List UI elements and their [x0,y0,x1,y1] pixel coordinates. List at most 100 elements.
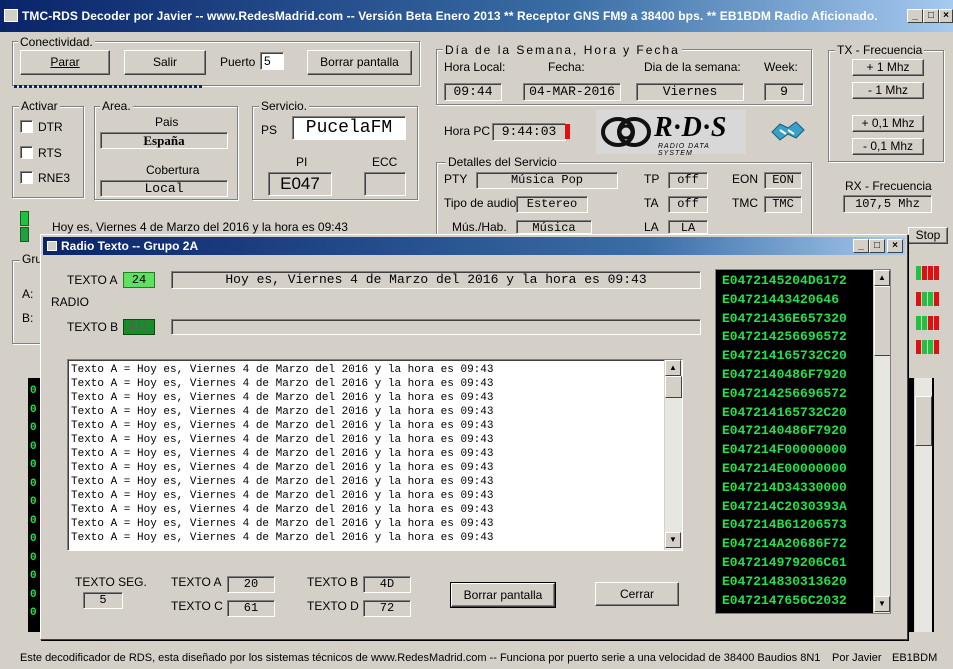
rds-swirl-icon [601,117,651,147]
window-title: TMC-RDS Decoder por Javier -- www.RedesM… [22,9,878,23]
texto-d-seg-field: 72 [363,600,411,617]
local-time-field: 09:44 [444,83,502,101]
dialog-close-btn[interactable]: Cerrar [595,582,679,606]
main-log-left-column: 0000000000000 [30,385,37,619]
hex-line: E047214979206C61 [722,554,847,570]
pc-time-indicator [565,124,570,139]
la-label: LA [644,220,659,234]
hex-line: E047214E00000000 [722,460,847,476]
log-line: Texto A = Hoy es, Viernes 4 de Marzo del… [71,434,494,446]
texto-a-field: Hoy es, Viernes 4 de Marzo del 2016 y la… [171,271,701,289]
tx-minus-1-button[interactable]: - 1 Mhz [852,82,924,99]
rts-label: RTS [38,146,62,160]
stop-button[interactable]: Parar [20,50,110,75]
date-label: Fecha: [548,60,585,74]
log-scroll-down-button[interactable]: ▼ [665,532,681,548]
tx-minus-01-button[interactable]: - 0,1 Mhz [852,138,924,155]
date-field: 04-MAR-2016 [523,83,621,101]
log-line: Texto A = Hoy es, Viernes 4 de Marzo del… [71,504,494,516]
log-scroll-thumb[interactable] [665,376,682,398]
main-log-scroll-thumb[interactable] [915,396,932,446]
background-a-label: A: [22,287,34,301]
progress-bar [14,85,202,88]
audio-label: Tipo de audio [444,196,517,210]
meter-1 [916,266,940,283]
hex-line: E047214256696572 [722,385,847,401]
ecc-label: ECC [372,155,398,169]
datetime-label: Día de la Semana, Hora y Fecha [443,43,682,57]
radio-text-log[interactable]: Texto A = Hoy es, Viernes 4 de Marzo del… [67,359,683,551]
hex-data-panel: E0472145204D6172 E04721443420646 E04721436… [715,269,891,614]
hex-line: E047214A20686F72 [722,536,847,552]
tmc-label: TMC [732,196,758,210]
activate-label: Activar [19,99,60,113]
weekday-label: Dia de la semana: [644,60,741,74]
tp-label: TP [644,172,660,186]
hex-line: E04721443420646 [722,291,840,307]
la-field: LA [668,220,708,234]
log-line: Texto A = Hoy es, Viernes 4 de Marzo del… [71,448,494,460]
dialog-close-button[interactable]: × [887,239,903,253]
handshake-icon [771,121,805,141]
close-button[interactable]: × [939,9,953,23]
texto-a-count: 24 [123,272,155,288]
pc-time-field: 9:44:03 [492,123,566,141]
port-input[interactable]: 5 [260,52,284,70]
log-line: Texto A = Hoy es, Viernes 4 de Marzo del… [71,406,494,418]
hex-scroll-thumb[interactable] [874,286,890,356]
clear-screen-button[interactable]: Borrar pantalla [307,50,412,75]
ps-field: PucelaFM [292,116,406,140]
hex-line: E047214256696572 [722,329,847,345]
signal-indicator-top [20,211,29,226]
dialog-maximize-button[interactable]: □ [869,239,885,253]
tx-plus-1-button[interactable]: + 1 Mhz [852,59,924,76]
hex-line: E047214B61206573 [722,517,847,533]
log-line: Texto A = Hoy es, Viernes 4 de Marzo del… [71,378,494,390]
log-line: Texto A = Hoy es, Viernes 4 de Marzo del… [71,518,494,530]
radio-text-dialog: Radio Texto -- Grupo 2A _ □ × TEXTO A 24… [40,234,908,640]
texto-c-seg-label: TEXTO C [171,599,223,613]
hex-line: E0472140486F7920 [722,423,847,439]
status-line: Hoy es, Viernes 4 de Marzo del 2016 y la… [52,220,348,234]
dtr-checkbox[interactable] [20,120,33,133]
dialog-minimize-button[interactable]: _ [853,239,869,253]
pc-time-label: Hora PC [444,124,491,138]
log-line: Texto A = Hoy es, Viernes 4 de Marzo del… [71,364,494,376]
coverage-label: Cobertura [146,163,200,177]
texto-a-seg-field: 20 [227,576,275,593]
rds-logo: R·D·S RADIO DATA SYSTEM [596,110,746,157]
rts-checkbox[interactable] [20,146,33,159]
texto-b-label: TEXTO B [67,320,119,334]
tx-plus-01-button[interactable]: + 0,1 Mhz [852,115,924,132]
pty-field: Música Pop [476,172,618,189]
hex-line: E047214D34330000 [722,479,847,495]
texto-b-field [171,319,701,335]
rne3-checkbox[interactable] [20,171,33,184]
hex-scroll-down-button[interactable]: ▼ [874,596,890,612]
main-stop-button[interactable]: Stop [908,227,948,244]
local-time-label: Hora Local: [444,60,506,74]
log-scroll-up-button[interactable]: ▲ [665,360,681,376]
hex-line: E0472140486F7920 [722,366,847,382]
hex-line: E04721467A6F2064 [716,610,872,613]
maximize-button[interactable]: □ [923,9,939,23]
log-line: Texto A = Hoy es, Viernes 4 de Marzo del… [71,462,494,474]
mus-label: Mús./Hab. [452,220,507,234]
texto-b-count: Bit [123,319,155,335]
log-line: Texto A = Hoy es, Viernes 4 de Marzo del… [71,420,494,432]
hex-scroll-up-button[interactable]: ▲ [874,270,890,286]
hex-line: E047214C2030393A [722,498,847,514]
minimize-button[interactable]: _ [907,9,923,23]
exit-button[interactable]: Salir [124,50,206,75]
footer-author: Por Javier [832,652,882,664]
log-line: Texto A = Hoy es, Viernes 4 de Marzo del… [71,392,494,404]
meter-2 [916,292,940,309]
radio-text-log-lines: Texto A = Hoy es, Viernes 4 de Marzo del… [71,363,493,545]
main-log-scrollbar[interactable] [914,378,932,632]
dialog-clear-button[interactable]: Borrar pantalla [450,582,556,608]
rne3-label: RNE3 [38,171,71,185]
log-scrollbar[interactable]: ▲ ▼ [664,360,682,550]
hex-scrollbar[interactable]: ▲ ▼ [873,270,890,613]
pi-field: E047 [268,172,332,196]
hex-line: E04721436E657320 [722,310,847,326]
